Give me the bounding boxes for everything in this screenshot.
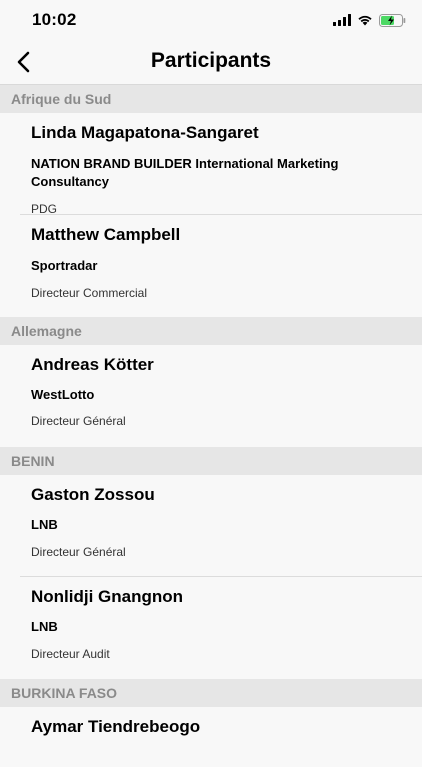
participant-name: Linda Magapatona-Sangaret: [31, 123, 259, 142]
participant-role: Directeur Audit: [31, 647, 110, 661]
battery-charging-icon: [379, 13, 406, 27]
section-header: Afrique du Sud: [0, 85, 422, 113]
status-time: 10:02: [32, 10, 77, 29]
participant-company: Sportradar: [31, 258, 98, 273]
participant-role: Directeur Général: [31, 545, 126, 559]
navigation-bar: Participants: [0, 40, 422, 85]
participant-item[interactable]: Linda Magapatona-Sangaret NATION BRAND B…: [0, 113, 422, 216]
section-header: BURKINA FASO: [0, 679, 422, 707]
section-header: Allemagne: [0, 317, 422, 345]
signal-icon: [333, 14, 351, 26]
participant-item[interactable]: Matthew Campbell Sportradar Directeur Co…: [0, 215, 422, 317]
status-icons: [333, 12, 406, 28]
participant-role: Directeur Commercial: [31, 286, 148, 300]
wifi-icon: [358, 15, 372, 26]
participant-role: Directeur Général: [31, 414, 126, 428]
participant-item[interactable]: Gaston Zossou LNB Directeur Général: [0, 475, 422, 577]
participants-list[interactable]: Afrique du Sud Linda Magapatona-Sangaret…: [0, 85, 422, 767]
participant-name: Aymar Tiendrebeogo: [31, 717, 201, 736]
participant-name: Gaston Zossou: [31, 485, 155, 504]
participant-company: LNB: [31, 619, 58, 634]
section-header: BENIN: [0, 447, 422, 475]
participant-company: NATION BRAND BUILDER International Marke…: [31, 156, 339, 189]
page-title: Participants: [150, 49, 272, 72]
participant-name: Nonlidji Gnangnon: [31, 587, 184, 606]
participant-item[interactable]: Nonlidji Gnangnon LNB Directeur Audit: [0, 577, 422, 679]
participant-name: Matthew Campbell: [31, 225, 181, 244]
status-bar: 10:02: [0, 0, 422, 40]
participant-company: LNB: [31, 517, 58, 532]
participant-company: WestLotto: [31, 387, 95, 402]
participant-item[interactable]: Andreas Kötter WestLotto Directeur Génér…: [0, 345, 422, 447]
participant-name: Andreas Kötter: [31, 355, 154, 374]
participant-item[interactable]: Aymar Tiendrebeogo: [0, 707, 422, 767]
